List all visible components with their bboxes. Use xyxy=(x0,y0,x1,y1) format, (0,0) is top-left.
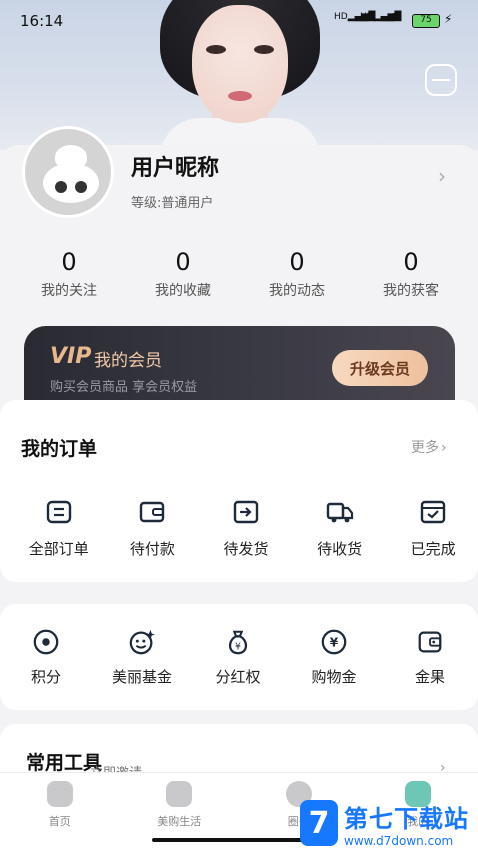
vip-logo: VIP xyxy=(50,344,92,369)
stat-label: 我的动态 xyxy=(269,283,325,299)
chevron-right-icon: › xyxy=(441,440,447,456)
tool-golden-fruit[interactable]: 金果 xyxy=(384,628,476,687)
tab-home[interactable]: 首页 xyxy=(0,773,120,850)
stat-favorites[interactable]: 0 我的收藏 xyxy=(126,248,240,300)
tab-label: 首页 xyxy=(48,815,71,828)
status-bar: 16:14 HD▂▄▆█ HD▂▄▆█ ◠ 75 ⚡ xyxy=(0,0,478,44)
order-label: 待付款 xyxy=(129,540,175,558)
tool-label: 积分 xyxy=(30,668,61,686)
money-bag-icon: ¥ xyxy=(224,628,252,656)
eye-right xyxy=(254,45,274,54)
charging-icon: ⚡ xyxy=(444,12,453,26)
stat-label: 我的收藏 xyxy=(155,283,211,299)
bag-icon xyxy=(166,781,193,807)
upgrade-vip-button[interactable]: 升级会员 xyxy=(332,350,428,386)
stat-value: 0 xyxy=(289,248,305,276)
stat-following[interactable]: 0 我的关注 xyxy=(12,248,126,300)
stat-value: 0 xyxy=(403,248,419,276)
avatar[interactable] xyxy=(22,126,114,218)
outbox-icon xyxy=(232,498,260,526)
smile-star-icon xyxy=(128,628,156,656)
watermark-name: 第七下载站 xyxy=(344,804,469,833)
tool-shopping-credit[interactable]: ¥ 购物金 xyxy=(288,628,380,687)
lips xyxy=(228,91,252,101)
order-label: 待发货 xyxy=(223,540,269,558)
tools-panel: 积分 美丽基金 ¥ 分红权 ¥ 购物金 金果 xyxy=(0,604,478,710)
stat-value: 0 xyxy=(61,248,77,276)
tool-points[interactable]: 积分 xyxy=(0,628,92,687)
order-pending-payment[interactable]: 待付款 xyxy=(108,498,198,559)
order-label: 全部订单 xyxy=(28,540,89,558)
scan-icon xyxy=(432,79,450,81)
vip-subtitle: 购买会员商品 享会员权益 xyxy=(50,380,198,395)
tab-label: 美购生活 xyxy=(157,815,202,828)
tool-label: 美丽基金 xyxy=(111,668,172,686)
orders-row: 全部订单 待付款 待发货 待收货 已完成 xyxy=(0,498,478,559)
list-icon xyxy=(45,498,73,526)
order-completed[interactable]: 已完成 xyxy=(388,498,478,559)
watermark-url: www.d7down.com xyxy=(344,833,454,848)
status-time: 16:14 xyxy=(20,12,64,30)
order-label: 待收货 xyxy=(317,540,363,558)
home-icon xyxy=(46,781,73,807)
tool-beauty-fund[interactable]: 美丽基金 xyxy=(96,628,188,687)
stat-customers[interactable]: 0 我的获客 xyxy=(354,248,468,300)
order-all[interactable]: 全部订单 xyxy=(14,498,104,559)
vip-title: 我的会员 xyxy=(94,351,162,371)
scan-button[interactable] xyxy=(425,64,457,96)
check-box-icon xyxy=(419,498,447,526)
user-nickname[interactable]: 用户昵称 xyxy=(131,150,219,182)
watermark-logo: 7 xyxy=(300,800,338,846)
svg-text:¥: ¥ xyxy=(330,636,339,650)
stat-label: 我的关注 xyxy=(41,283,97,299)
yen-icon: ¥ xyxy=(320,628,348,656)
orders-more-link[interactable]: 更多 › xyxy=(411,437,447,457)
wallet-icon xyxy=(138,498,166,526)
user-level: 等级:普通用户 xyxy=(131,196,214,211)
chevron-right-icon[interactable]: › xyxy=(438,164,446,188)
stat-value: 0 xyxy=(175,248,191,276)
tool-dividend[interactable]: ¥ 分红权 xyxy=(192,628,284,687)
orders-title: 我的订单 xyxy=(21,438,98,460)
order-pending-shipment[interactable]: 待发货 xyxy=(201,498,291,559)
profile-stats: 0 我的关注 0 我的收藏 0 我的动态 0 我的获客 xyxy=(0,248,478,300)
wallet-icon xyxy=(416,628,444,656)
tool-label: 分红权 xyxy=(215,668,261,686)
points-icon xyxy=(32,628,60,656)
watermark: 7 第七下载站 www.d7down.com xyxy=(300,796,476,850)
tool-label: 购物金 xyxy=(311,668,357,686)
order-label: 已完成 xyxy=(410,540,456,558)
svg-text:¥: ¥ xyxy=(235,641,241,652)
wifi-icon: ◠ xyxy=(388,10,401,26)
stat-label: 我的获客 xyxy=(383,283,439,299)
stat-posts[interactable]: 0 我的动态 xyxy=(240,248,354,300)
battery-icon: 75 xyxy=(412,14,440,28)
tool-label: 金果 xyxy=(414,668,445,686)
truck-icon xyxy=(326,498,354,526)
order-pending-receipt[interactable]: 待收货 xyxy=(295,498,385,559)
orders-panel: 我的订单 更多 › 全部订单 待付款 待发货 待收货 已完成 xyxy=(0,400,478,582)
tools-row: 积分 美丽基金 ¥ 分红权 ¥ 购物金 金果 xyxy=(0,628,478,687)
eye-left xyxy=(206,45,226,54)
